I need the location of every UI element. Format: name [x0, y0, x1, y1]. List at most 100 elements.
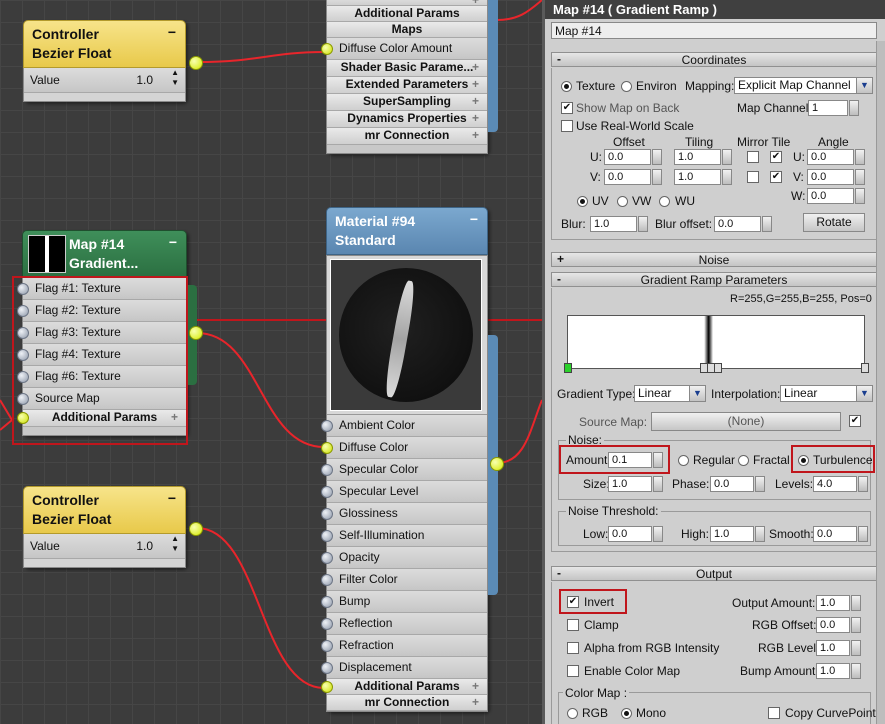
vw-radio[interactable]	[617, 196, 628, 207]
subpanel-mr-connection[interactable]: mr Connection +	[327, 128, 487, 145]
rollout-gradient-ramp-header[interactable]: - Gradient Ramp Parameters	[551, 272, 877, 287]
blur-offset-spinner[interactable]: 0.0	[714, 216, 772, 232]
input-socket[interactable]	[321, 574, 333, 586]
enable-color-map-checkbox[interactable]	[567, 665, 579, 677]
v-angle-spinner[interactable]: 0.0	[807, 169, 865, 185]
subpanel-shader-basic[interactable]: Shader Basic Parame... +	[327, 60, 487, 77]
minimize-icon[interactable]: −	[168, 489, 176, 508]
node-header[interactable]: Controller Bezier Float −	[23, 486, 186, 534]
slot-flag-3[interactable]: Flag #3: Texture	[17, 322, 186, 344]
levels-spinner[interactable]: 4.0	[813, 476, 868, 492]
spinner-icon[interactable]: ▲ ▼	[171, 68, 179, 88]
subpanel-dynamics-properties[interactable]: Dynamics Properties +	[327, 111, 487, 128]
minimize-icon[interactable]: −	[470, 210, 478, 229]
u-offset-spinner[interactable]: 0.0	[604, 149, 662, 165]
slot-specular-color[interactable]: Specular Color	[321, 459, 487, 481]
node-editor-view[interactable]: Controller Bezier Float − Value 1.0 ▲ ▼ +…	[0, 0, 542, 724]
minimize-icon[interactable]: −	[169, 233, 177, 252]
slot-glossiness[interactable]: Glossiness	[321, 503, 487, 525]
real-world-scale-checkbox[interactable]	[561, 120, 573, 132]
alpha-from-rgb-checkbox[interactable]	[567, 642, 579, 654]
material-node-top[interactable]: + Additional Params Maps Diffuse Color A…	[321, 0, 498, 154]
gradient-flag-1[interactable]	[564, 363, 572, 373]
gradient-flag-6[interactable]	[861, 363, 869, 373]
subpanel-additional-params[interactable]: Additional Params	[327, 6, 487, 22]
spinner-icon[interactable]: ▲ ▼	[171, 534, 179, 554]
slot-ambient-color[interactable]: Ambient Color	[321, 415, 487, 437]
v-offset-spinner[interactable]: 0.0	[604, 169, 662, 185]
value-field[interactable]: 1.0	[136, 68, 153, 92]
low-spinner[interactable]: 0.0	[608, 526, 663, 542]
slot-flag-6[interactable]: Flag #6: Texture	[17, 366, 186, 388]
subpanel-supersampling[interactable]: SuperSampling +	[327, 94, 487, 111]
output-socket[interactable]	[490, 457, 504, 471]
panel-scrollbar[interactable]	[876, 41, 885, 724]
input-socket[interactable]	[321, 508, 333, 520]
subpanel-additional-params[interactable]: Additional Params +	[321, 679, 487, 695]
source-map-checkbox[interactable]: ✔	[849, 415, 861, 427]
input-socket[interactable]	[321, 662, 333, 674]
value-field[interactable]: 1.0	[136, 534, 153, 558]
rollout-coordinates-header[interactable]: - Coordinates	[551, 52, 877, 67]
u-mirror-checkbox[interactable]	[747, 151, 759, 163]
input-socket[interactable]	[321, 530, 333, 542]
slot-reflection[interactable]: Reflection	[321, 613, 487, 635]
input-socket[interactable]	[17, 305, 29, 317]
slot-displacement[interactable]: Displacement	[321, 657, 487, 679]
node-header[interactable]: Controller Bezier Float −	[23, 20, 186, 68]
high-spinner[interactable]: 1.0	[710, 526, 765, 542]
output-socket[interactable]	[189, 56, 203, 70]
output-amount-spinner[interactable]: 1.0	[816, 595, 861, 611]
subpanel-additional-params[interactable]: Additional Params +	[17, 410, 186, 427]
input-socket[interactable]	[321, 420, 333, 432]
copy-curvepoints-checkbox[interactable]	[768, 707, 780, 719]
input-socket[interactable]	[321, 464, 333, 476]
subpanel-mr-connection[interactable]: mr Connection +	[327, 695, 487, 711]
slot-diffuse-color-amount[interactable]: Diffuse Color Amount	[321, 38, 487, 60]
chevron-down-icon[interactable]: ▼	[689, 386, 705, 401]
show-map-on-back-checkbox[interactable]: ✔	[561, 102, 573, 114]
material-node-standard[interactable]: Material #94 Standard − Ambient Color Di…	[321, 207, 504, 712]
texture-radio[interactable]	[561, 81, 572, 92]
slot-diffuse-color[interactable]: Diffuse Color	[321, 437, 487, 459]
gradient-type-dropdown[interactable]: Linear ▼	[634, 385, 706, 402]
input-socket[interactable]	[321, 618, 333, 630]
slot-flag-4[interactable]: Flag #4: Texture	[17, 344, 186, 366]
slot-bump[interactable]: Bump	[321, 591, 487, 613]
bump-amount-spinner[interactable]: 1.0	[816, 663, 861, 679]
input-socket[interactable]	[17, 283, 29, 295]
wu-radio[interactable]	[659, 196, 670, 207]
input-socket[interactable]	[321, 486, 333, 498]
slot-flag-1[interactable]: Flag #1: Texture	[17, 278, 186, 300]
slot-specular-level[interactable]: Specular Level	[321, 481, 487, 503]
v-mirror-checkbox[interactable]	[747, 171, 759, 183]
fractal-radio[interactable]	[738, 455, 749, 466]
v-tile-checkbox[interactable]: ✔	[770, 171, 782, 183]
v-tiling-spinner[interactable]: 1.0	[674, 169, 732, 185]
u-angle-spinner[interactable]: 0.0	[807, 149, 865, 165]
uv-radio[interactable]	[577, 196, 588, 207]
mapping-dropdown[interactable]: Explicit Map Channel ▼	[734, 77, 873, 94]
input-socket[interactable]	[321, 442, 333, 454]
rgb-radio[interactable]	[567, 708, 578, 719]
input-socket[interactable]	[17, 327, 29, 339]
regular-radio[interactable]	[678, 455, 689, 466]
input-socket[interactable]	[321, 43, 333, 55]
input-socket[interactable]	[17, 412, 29, 424]
input-socket[interactable]	[321, 681, 333, 693]
value-row[interactable]: Value 1.0 ▲ ▼	[24, 534, 185, 559]
gradient-flag-4[interactable]	[714, 363, 722, 373]
node-header[interactable]: Map #14 Gradient... −	[22, 230, 187, 278]
subpanel-extended-parameters[interactable]: Extended Parameters +	[327, 77, 487, 94]
output-socket[interactable]	[189, 326, 203, 340]
invert-checkbox[interactable]: ✔	[567, 596, 579, 608]
rollout-noise-header[interactable]: + Noise	[551, 252, 877, 267]
rgb-level-spinner[interactable]: 1.0	[816, 640, 861, 656]
map-node-gradient[interactable]: Map #14 Gradient... − Flag #1: Texture F…	[17, 230, 203, 436]
input-socket[interactable]	[321, 596, 333, 608]
node-header[interactable]: Material #94 Standard −	[326, 207, 488, 255]
rotate-button[interactable]: Rotate	[803, 213, 865, 232]
interpolation-dropdown[interactable]: Linear ▼	[780, 385, 873, 402]
source-map-button[interactable]: (None)	[651, 412, 841, 431]
subpanel-maps[interactable]: Maps	[327, 22, 487, 38]
